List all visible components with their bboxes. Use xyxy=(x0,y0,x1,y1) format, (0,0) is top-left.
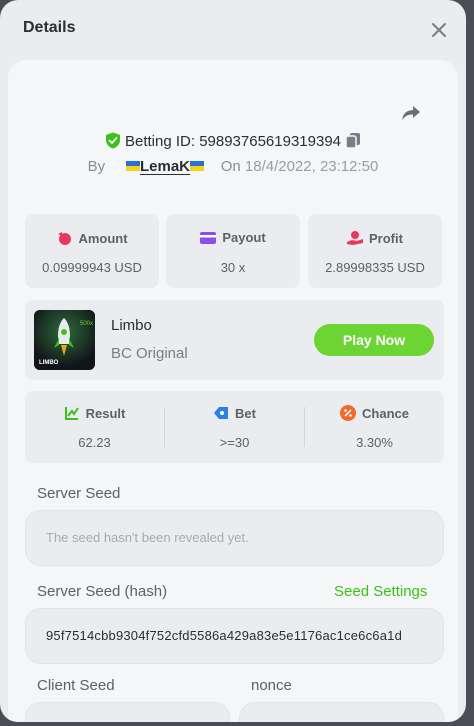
ukraine-flag-icon xyxy=(190,158,205,175)
chance-value: 3.30% xyxy=(356,435,393,450)
client-seed-field[interactable] xyxy=(25,702,230,722)
bet-details-modal: Details Betting ID: 598937656193193​94 B… xyxy=(0,0,466,722)
payout-value: 30 x xyxy=(220,260,246,275)
on-label: On xyxy=(220,158,241,175)
username-link[interactable]: LemaK xyxy=(126,158,205,175)
nonce-field[interactable] xyxy=(239,702,444,722)
modal-header: Details xyxy=(0,0,466,60)
server-seed-hash-value: 95f7514cbb9304f752cfd5586a429a83e5e1176a… xyxy=(46,628,403,643)
result-value: 62.23 xyxy=(78,435,111,450)
server-seed-label: Server Seed xyxy=(37,485,121,502)
copy-icon[interactable] xyxy=(345,132,361,153)
server-seed-field[interactable]: The seed hasn't been revealed yet. xyxy=(25,510,444,566)
bet-value: >=30 xyxy=(219,435,250,450)
ukraine-flag-icon xyxy=(126,158,140,175)
payout-box: Payout 30 x xyxy=(166,214,300,288)
result-box: Result 62.23 Bet >=30 Chance 3.30% xyxy=(25,391,444,463)
nonce-label: nonce xyxy=(251,677,292,694)
limbo-game-thumbnail[interactable]: 500x LIMBO xyxy=(34,310,95,370)
percent-icon xyxy=(340,405,357,421)
payout-label: Payout xyxy=(222,230,266,245)
seed-settings-link[interactable]: Seed Settings xyxy=(334,583,427,600)
betting-id-label: Betting ID: xyxy=(124,133,196,150)
bet-tag-icon xyxy=(214,407,229,419)
by-label: By xyxy=(87,158,106,175)
profit-label: Profit xyxy=(369,231,403,246)
hand-coins-icon xyxy=(347,231,364,245)
betting-id-value: 598937656193193​94 xyxy=(199,133,342,150)
thumb-text: LIMBO xyxy=(39,360,59,366)
share-icon xyxy=(402,106,420,120)
result-label: Result xyxy=(85,406,126,421)
share-button[interactable] xyxy=(400,102,422,124)
server-seed-placeholder: The seed hasn't been revealed yet. xyxy=(46,530,249,545)
author-line: By LemaK On 18/4/2022, 23:12:50 xyxy=(8,158,458,175)
game-name: Limbo xyxy=(111,317,152,334)
username: LemaK xyxy=(140,158,191,175)
close-button[interactable] xyxy=(428,19,450,41)
wallet-card-icon xyxy=(200,232,217,244)
profit-box: Profit 2.89998335 USD xyxy=(308,214,442,288)
close-icon xyxy=(432,23,446,37)
modal-title: Details xyxy=(23,19,76,36)
profit-value: 2.89998335 USD xyxy=(325,260,425,275)
server-seed-hash-label: Server Seed (hash) xyxy=(37,583,168,600)
verified-shield-icon xyxy=(105,132,121,153)
game-box: 500x LIMBO Limbo BC Original Play Now xyxy=(25,300,444,380)
play-now-button[interactable]: Play Now xyxy=(314,324,434,356)
bet-column: Bet >=30 xyxy=(165,391,304,463)
amount-label: Amount xyxy=(78,231,128,246)
thumb-badge: 500x xyxy=(80,321,93,327)
chance-label: Chance xyxy=(362,406,409,421)
betting-id-line: Betting ID: 598937656193193​94 xyxy=(8,132,458,153)
coin-bag-icon xyxy=(58,232,72,245)
game-subtitle: BC Original xyxy=(111,345,188,362)
server-seed-hash-field[interactable]: 95f7514cbb9304f752cfd5586a429a83e5e1176a… xyxy=(25,608,444,664)
details-card: Betting ID: 598937656193193​94 By LemaK … xyxy=(8,60,458,722)
bet-date: 18/4/2022, 23:12:50 xyxy=(244,158,379,175)
client-seed-label: Client Seed xyxy=(37,677,115,694)
amount-value: 0.09999943 USD xyxy=(42,260,142,275)
amount-box: Amount 0.09999943 USD xyxy=(25,214,159,288)
bet-label: Bet xyxy=(235,406,256,421)
chance-column: Chance 3.30% xyxy=(305,391,444,463)
result-column: Result 62.23 xyxy=(25,391,164,463)
result-chart-icon xyxy=(64,407,79,420)
